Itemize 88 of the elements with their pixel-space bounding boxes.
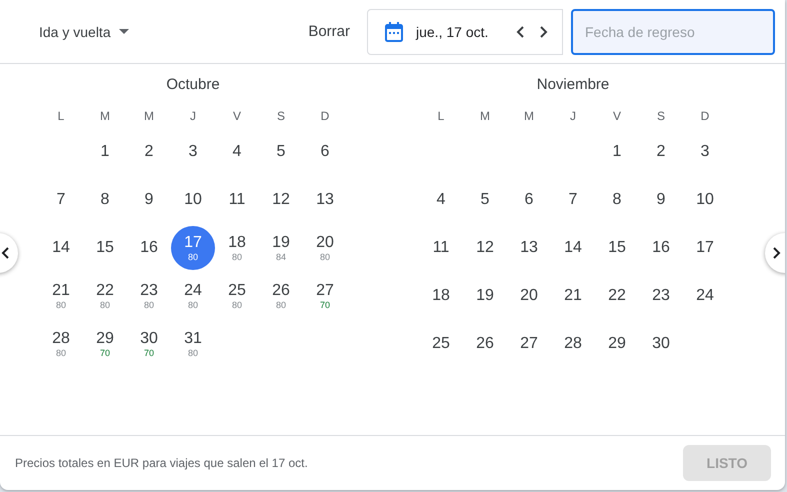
weekday-label: L: [436, 108, 446, 125]
calendar-icon: [385, 22, 403, 42]
chevron-right-icon: [540, 26, 548, 38]
calendar-day[interactable]: 30 70: [127, 322, 171, 366]
calendar-day[interactable]: 13: [507, 226, 551, 270]
calendar-day[interactable]: 9: [127, 178, 171, 222]
calendar-day[interactable]: 27: [507, 322, 551, 366]
calendar-day[interactable]: 7: [551, 178, 595, 222]
weekday-label: J: [189, 108, 197, 125]
calendar-day[interactable]: 10: [171, 178, 215, 222]
calendar-day[interactable]: 18 80: [215, 226, 259, 270]
calendar-day[interactable]: 13: [303, 178, 347, 222]
weekday-label: M: [143, 108, 155, 125]
calendar-day[interactable]: 6: [507, 178, 551, 222]
calendar-day[interactable]: 19: [463, 274, 507, 318]
calendar-day[interactable]: 17 80: [171, 226, 215, 270]
calendar-day[interactable]: 20: [507, 274, 551, 318]
calendar-day[interactable]: 22: [595, 274, 639, 318]
calendar-day[interactable]: 10: [683, 178, 727, 222]
calendar-day[interactable]: 16: [639, 226, 683, 270]
calendar-day[interactable]: 8: [595, 178, 639, 222]
calendar-day[interactable]: 2: [639, 130, 683, 174]
chevron-right-icon: [773, 247, 781, 259]
calendar-day[interactable]: 4: [215, 130, 259, 174]
calendar-day[interactable]: 8: [83, 178, 127, 222]
calendar-day[interactable]: 28: [551, 322, 595, 366]
calendar-day[interactable]: 5: [463, 178, 507, 222]
calendar-day[interactable]: 9: [639, 178, 683, 222]
weekday-label: D: [700, 108, 710, 125]
calendar-day[interactable]: 19 84: [259, 226, 303, 270]
calendar-day[interactable]: 21 80: [39, 274, 83, 318]
weekday-label: S: [276, 108, 286, 125]
clear-button[interactable]: Borrar: [298, 15, 360, 48]
calendar-day[interactable]: 2: [127, 130, 171, 174]
chevron-left-icon: [516, 26, 524, 38]
calendar-day[interactable]: 30: [639, 322, 683, 366]
calendar-day[interactable]: 23: [639, 274, 683, 318]
calendar-day[interactable]: 27 70: [303, 274, 347, 318]
weekday-label: J: [569, 108, 577, 125]
calendar-day[interactable]: 16: [127, 226, 171, 270]
month-title: Octubre: [165, 76, 221, 95]
calendar-day[interactable]: 28 80: [39, 322, 83, 366]
calendar-day[interactable]: 1: [83, 130, 127, 174]
weekday-label: V: [612, 108, 622, 125]
weekday-label: M: [479, 108, 491, 125]
calendar-day[interactable]: 11: [419, 226, 463, 270]
calendar-day[interactable]: 3: [683, 130, 727, 174]
calendar-day[interactable]: 24 80: [171, 274, 215, 318]
weekday-label: M: [523, 108, 535, 125]
calendar-day[interactable]: 26 80: [259, 274, 303, 318]
calendar-day[interactable]: 6: [303, 130, 347, 174]
calendar-day[interactable]: 24: [683, 274, 727, 318]
return-date-field[interactable]: Fecha de regreso: [571, 8, 775, 54]
calendar-day[interactable]: 25 80: [215, 274, 259, 318]
chevron-left-icon: [1, 247, 9, 259]
weekday-label: S: [656, 108, 666, 125]
calendar-day[interactable]: 15: [595, 226, 639, 270]
calendar-day[interactable]: 29 70: [83, 322, 127, 366]
weekday-label: V: [232, 108, 242, 125]
calendar-day[interactable]: 5: [259, 130, 303, 174]
calendar-day[interactable]: 14: [551, 226, 595, 270]
calendar-day[interactable]: 26: [463, 322, 507, 366]
month-title: Noviembre: [536, 76, 610, 95]
calendar-day[interactable]: 12: [259, 178, 303, 222]
calendar-day[interactable]: 12: [463, 226, 507, 270]
calendar-day[interactable]: 15: [83, 226, 127, 270]
weekday-label: M: [99, 108, 111, 125]
caret-icon: [118, 29, 129, 34]
calendar-day[interactable]: 4: [419, 178, 463, 222]
calendar-day[interactable]: 3: [171, 130, 215, 174]
trip-type-dropdown[interactable]: Ida y vuelta: [28, 16, 140, 48]
weekday-label: L: [56, 108, 66, 125]
calendar-day[interactable]: 22 80: [83, 274, 127, 318]
calendar-day[interactable]: 1: [595, 130, 639, 174]
calendar-day[interactable]: 31 80: [171, 322, 215, 366]
calendar-day[interactable]: 25: [419, 322, 463, 366]
calendar-day[interactable]: 7: [39, 178, 83, 222]
weekday-label: D: [320, 108, 330, 125]
calendar-day[interactable]: 29: [595, 322, 639, 366]
calendar-day[interactable]: 11: [215, 178, 259, 222]
departure-date-field[interactable]: jue., 17 oct.: [367, 8, 563, 54]
calendar-day[interactable]: 20 80: [303, 226, 347, 270]
calendar-day[interactable]: 21: [551, 274, 595, 318]
calendar-day[interactable]: 14: [39, 226, 83, 270]
calendar-day[interactable]: 23 80: [127, 274, 171, 318]
calendar-day[interactable]: 18: [419, 274, 463, 318]
calendar-day[interactable]: 17: [683, 226, 727, 270]
footer-note: Precios totales en EUR para viajes que salen el 17 oct.: [15, 456, 308, 470]
